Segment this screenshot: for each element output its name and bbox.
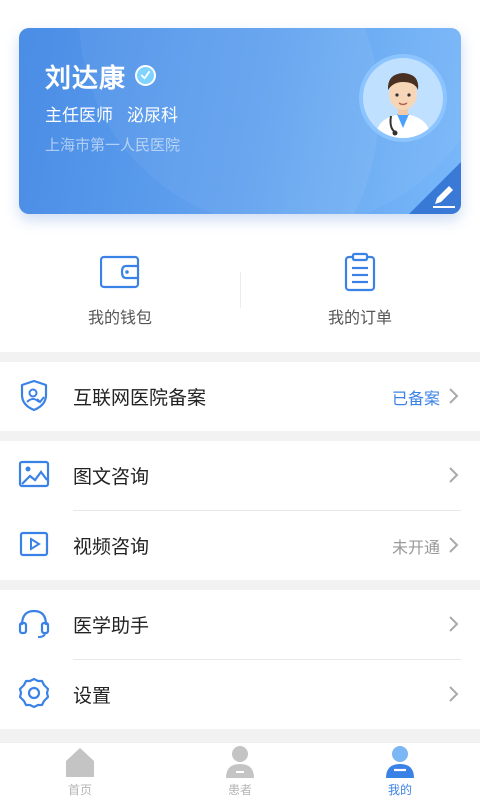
image-icon [18, 458, 50, 490]
shield-user-icon [18, 379, 50, 412]
chevron-right-icon [448, 387, 460, 405]
bottom-tab-bar: 首页 患者 我的 [0, 742, 480, 800]
settings-row[interactable]: 设置 [0, 660, 480, 728]
tab-patients[interactable]: 患者 [160, 743, 320, 800]
clipboard-icon [340, 252, 380, 292]
orders-button[interactable]: 我的订单 [240, 244, 480, 344]
headset-icon [18, 607, 50, 639]
profile-icon [384, 745, 416, 779]
tab-home[interactable]: 首页 [0, 743, 160, 800]
settings-label: 设置 [73, 685, 112, 707]
chevron-right-icon [448, 466, 460, 484]
tab-patients-label: 患者 [227, 783, 252, 797]
tab-mine-label: 我的 [387, 783, 412, 797]
home-icon [64, 745, 96, 779]
video-consult-row[interactable]: 视频咨询 未开通 [0, 511, 480, 579]
wallet-button[interactable]: 我的钱包 [0, 244, 240, 344]
video-play-icon [18, 528, 50, 560]
doctor-profile-card[interactable]: 刘达康 主任医师 泌尿科 上海市第一人民医院 [19, 28, 461, 214]
section-gap [0, 729, 480, 742]
edit-profile-button[interactable] [409, 162, 461, 214]
doctor-hospital: 上海市第一人民医院 [45, 136, 181, 154]
orders-label: 我的订单 [327, 308, 392, 327]
medical-assistant-label: 医学助手 [73, 615, 150, 637]
chevron-right-icon [448, 536, 460, 554]
image-consult-label: 图文咨询 [73, 466, 150, 488]
doctor-name: 刘达康 [45, 64, 127, 94]
verified-icon [135, 65, 156, 86]
section-gap [0, 352, 480, 362]
tab-home-label: 首页 [67, 783, 92, 797]
chevron-right-icon [448, 615, 460, 633]
video-consult-status: 未开通 [391, 538, 440, 557]
gear-icon [18, 677, 50, 709]
image-consult-row[interactable]: 图文咨询 [0, 441, 480, 509]
avatar[interactable] [359, 54, 447, 142]
wallet-icon [99, 252, 140, 292]
doctor-department: 泌尿科 [127, 106, 178, 126]
video-consult-label: 视频咨询 [73, 536, 150, 558]
tab-mine[interactable]: 我的 [320, 743, 480, 800]
section-gap [0, 580, 480, 590]
medical-assistant-row[interactable]: 医学助手 [0, 590, 480, 658]
filing-label: 互联网医院备案 [73, 387, 207, 409]
patient-icon [224, 745, 256, 779]
section-gap [0, 431, 480, 441]
filing-status: 已备案 [391, 389, 440, 408]
divider [240, 272, 241, 308]
doctor-position: 主任医师 [45, 106, 113, 126]
hospital-filing-row[interactable]: 互联网医院备案 已备案 [0, 362, 480, 430]
wallet-label: 我的钱包 [87, 308, 152, 327]
chevron-right-icon [448, 685, 460, 703]
doctor-title: 主任医师 泌尿科 [45, 101, 192, 126]
